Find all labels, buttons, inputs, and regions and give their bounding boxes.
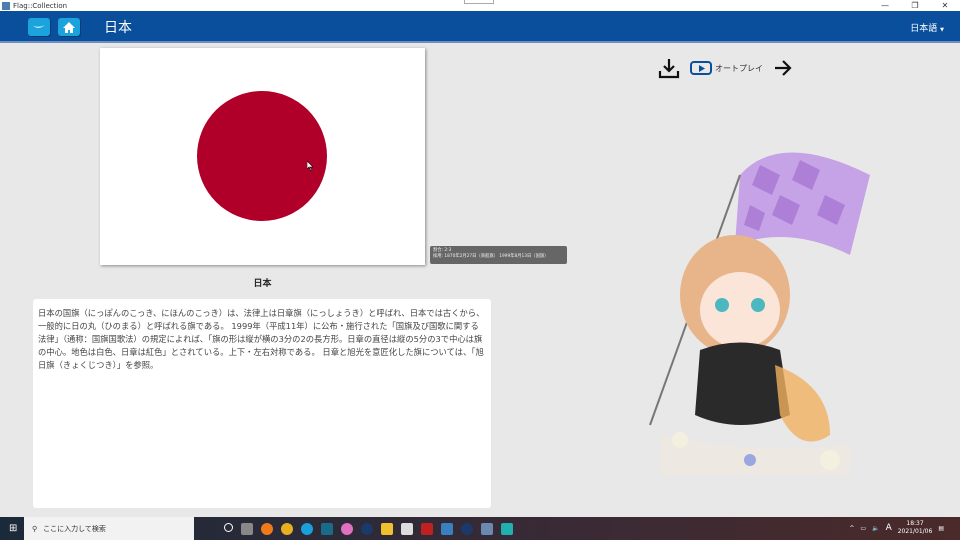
- volume-icon[interactable]: 🔈: [872, 525, 879, 532]
- flag-sun-disc: [197, 91, 327, 221]
- flag-image[interactable]: [100, 48, 425, 265]
- home-button[interactable]: [58, 18, 80, 36]
- cortana-icon[interactable]: [224, 522, 233, 532]
- clock[interactable]: 18:37 2021/01/06: [898, 520, 933, 536]
- autoplay-button[interactable]: オートプレイ: [690, 61, 763, 75]
- taskbar-search-input[interactable]: ⚲ ここに入力して検索: [24, 517, 194, 540]
- app-header: 日本 日本語 ▼: [0, 11, 960, 43]
- itunes-icon[interactable]: [341, 522, 353, 535]
- clock-date: 2021/01/06: [897, 528, 933, 535]
- window-titlebar: Flag::Collection — ❐ ✕: [0, 0, 960, 11]
- search-icon: ⚲: [32, 524, 38, 533]
- page-title: 日本: [104, 20, 132, 36]
- windows-taskbar: ⊞ ⚲ ここに入力して検索 ^ ▭ 🔈 A 18:37 2021/01/06 ▤: [0, 517, 960, 540]
- tooltip-adopted: 採用: 1870年2月27日（商船旗） 1999年8月13日（国旗）: [433, 254, 549, 259]
- play-icon: [690, 61, 712, 75]
- flag-info-tooltip: 割合: 2:3 採用: 1870年2月27日（商船旗） 1999年8月13日（国…: [430, 246, 567, 264]
- next-arrow-icon[interactable]: [773, 58, 793, 78]
- mouse-cursor-icon: [307, 161, 314, 171]
- flag-description: 日本の国旗（にっぽんのこっき、にほんのこっき）は、法律上は日章旗（にっしょうき）…: [33, 299, 491, 508]
- firefox-icon[interactable]: [261, 522, 273, 535]
- flag-name: 日本: [253, 279, 272, 289]
- download-icon[interactable]: [658, 57, 680, 79]
- mail-icon[interactable]: [441, 522, 453, 535]
- task-view-icon[interactable]: [241, 522, 253, 535]
- tray-chevron-icon[interactable]: ^: [849, 525, 854, 532]
- app-icon-dark[interactable]: [321, 522, 333, 535]
- chevron-down-icon: ▼: [940, 27, 944, 33]
- windows-start-icon[interactable]: ⊞: [9, 523, 17, 534]
- gift-app-icon[interactable]: [421, 522, 433, 535]
- language-select[interactable]: 日本語 ▼: [910, 21, 944, 34]
- toolbar: オートプレイ: [658, 57, 793, 79]
- notification-icon[interactable]: ▤: [938, 525, 944, 532]
- scroll-indicator: [464, 0, 494, 4]
- terminal-app-icon[interactable]: [501, 522, 513, 535]
- restore-button[interactable]: ❐: [900, 0, 930, 11]
- system-tray: ^ ▭ 🔈 A 18:37 2021/01/06 ▤: [849, 520, 944, 536]
- minimize-button[interactable]: —: [870, 0, 900, 11]
- home-icon: [63, 21, 75, 33]
- ime-indicator[interactable]: A: [886, 523, 892, 533]
- back-button[interactable]: [28, 18, 50, 36]
- search-placeholder: ここに入力して検索: [43, 524, 106, 533]
- taskbar-apps: [224, 522, 513, 535]
- chrome-icon[interactable]: [281, 522, 293, 535]
- clock-time: 18:37: [906, 520, 924, 527]
- swoosh-back-icon: [33, 25, 45, 28]
- file-explorer-icon[interactable]: [381, 522, 393, 535]
- flag-collection-taskbar-icon[interactable]: [481, 522, 493, 535]
- autoplay-label: オートプレイ: [715, 63, 763, 73]
- app-icon: [2, 1, 10, 10]
- language-label: 日本語: [910, 24, 938, 34]
- edge-icon[interactable]: [301, 522, 313, 535]
- network-icon[interactable]: ▭: [860, 525, 866, 532]
- steam-icon[interactable]: [361, 522, 373, 535]
- close-button[interactable]: ✕: [930, 0, 960, 11]
- steam-icon-2[interactable]: [461, 522, 473, 535]
- mascot-illustration: [649, 152, 870, 475]
- store-icon[interactable]: [401, 522, 413, 535]
- window-title: Flag::Collection: [13, 1, 68, 10]
